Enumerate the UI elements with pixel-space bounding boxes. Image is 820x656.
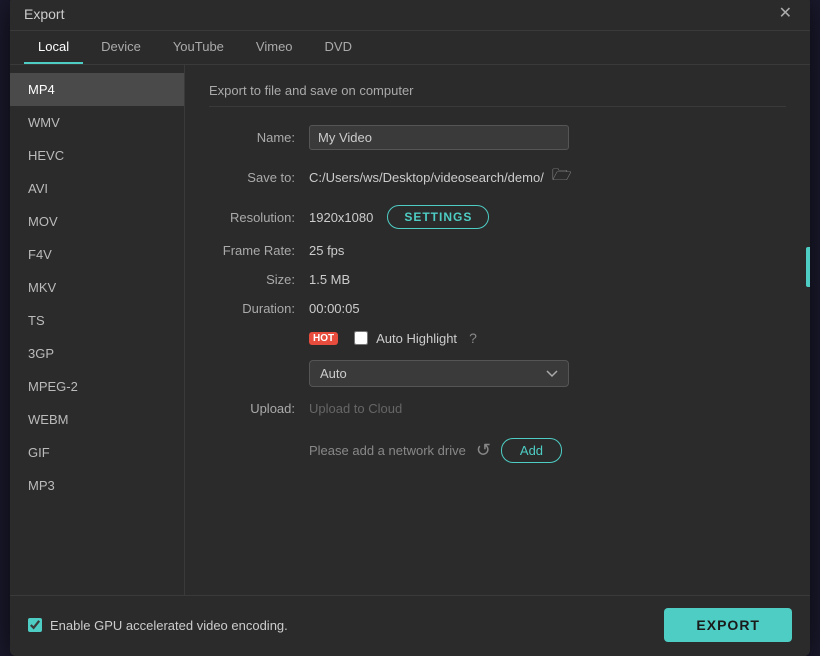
help-icon[interactable]: ?: [469, 330, 477, 346]
sidebar-item-f4v[interactable]: F4V: [10, 238, 184, 271]
frame-rate-label: Frame Rate:: [209, 243, 309, 258]
sidebar-item-wmv[interactable]: WMV: [10, 106, 184, 139]
gpu-row: Enable GPU accelerated video encoding.: [28, 618, 288, 633]
size-value: 1.5 MB: [309, 272, 786, 287]
tab-local[interactable]: Local: [24, 31, 83, 64]
resolution-label: Resolution:: [209, 210, 309, 225]
duration-row: Duration: 00:00:05: [209, 301, 786, 316]
tab-dvd[interactable]: DVD: [311, 31, 366, 64]
sidebar-item-mp3[interactable]: MP3: [10, 469, 184, 502]
resolution-value-row: 1920x1080 SETTINGS: [309, 205, 489, 229]
scroll-indicator: [806, 247, 810, 287]
export-button[interactable]: EXPORT: [664, 608, 792, 642]
upload-label: Upload:: [209, 401, 309, 416]
folder-icon[interactable]: 🗁: [552, 164, 572, 191]
auto-highlight-label: Auto Highlight: [376, 331, 457, 346]
sidebar-item-mp4[interactable]: MP4: [10, 73, 184, 106]
save-to-row: Save to: C:/Users/ws/Desktop/videosearch…: [209, 164, 786, 191]
sidebar-item-webm[interactable]: WEBM: [10, 403, 184, 436]
hot-badge: HOT: [309, 332, 338, 345]
tab-vimeo[interactable]: Vimeo: [242, 31, 307, 64]
tab-device[interactable]: Device: [87, 31, 155, 64]
resolution-value: 1920x1080: [309, 210, 373, 225]
gpu-checkbox[interactable]: [28, 618, 42, 632]
upload-to-cloud-label: Upload to Cloud: [309, 401, 402, 416]
save-to-label: Save to:: [209, 170, 309, 185]
dialog-body: MP4 WMV HEVC AVI MOV F4V MKV TS 3GP MPEG…: [10, 65, 810, 595]
sidebar-item-mov[interactable]: MOV: [10, 205, 184, 238]
network-drive-text: Please add a network drive: [309, 443, 466, 458]
tab-bar: Local Device YouTube Vimeo DVD: [10, 31, 810, 65]
sidebar-item-ts[interactable]: TS: [10, 304, 184, 337]
dialog-title: Export: [24, 6, 64, 22]
refresh-icon[interactable]: ↺: [476, 440, 491, 461]
duration-label: Duration:: [209, 301, 309, 316]
upload-controls: Upload to Cloud: [309, 401, 402, 416]
name-label: Name:: [209, 130, 309, 145]
dialog-footer: Enable GPU accelerated video encoding. E…: [10, 595, 810, 656]
auto-highlight-checkbox[interactable]: [354, 331, 368, 345]
tab-youtube[interactable]: YouTube: [159, 31, 238, 64]
gpu-label: Enable GPU accelerated video encoding.: [50, 618, 288, 633]
section-title: Export to file and save on computer: [209, 83, 786, 107]
frame-rate-row: Frame Rate: 25 fps: [209, 243, 786, 258]
save-to-path: C:/Users/ws/Desktop/videosearch/demo/: [309, 170, 544, 185]
path-row: C:/Users/ws/Desktop/videosearch/demo/ 🗁: [309, 164, 572, 191]
sidebar-item-mkv[interactable]: MKV: [10, 271, 184, 304]
title-bar: Export ✕: [10, 0, 810, 31]
main-content: Export to file and save on computer Name…: [185, 65, 810, 595]
resolution-row: Resolution: 1920x1080 SETTINGS: [209, 205, 786, 229]
name-row: Name:: [209, 125, 786, 150]
network-drive-row: Please add a network drive ↺ Add: [309, 438, 786, 463]
auto-highlight-checkbox-row: HOT Auto Highlight ?: [309, 330, 477, 346]
sidebar-item-avi[interactable]: AVI: [10, 172, 184, 205]
sidebar-item-hevc[interactable]: HEVC: [10, 139, 184, 172]
duration-value: 00:00:05: [309, 301, 786, 316]
frame-rate-value: 25 fps: [309, 243, 786, 258]
auto-dropdown-row: Auto Manual: [209, 360, 786, 387]
settings-button[interactable]: SETTINGS: [387, 205, 489, 229]
export-dialog: Export ✕ Local Device YouTube Vimeo DVD …: [10, 0, 810, 656]
close-button[interactable]: ✕: [775, 4, 796, 24]
sidebar-item-3gp[interactable]: 3GP: [10, 337, 184, 370]
size-label: Size:: [209, 272, 309, 287]
upload-row: Upload: Upload to Cloud: [209, 401, 786, 416]
name-input[interactable]: [309, 125, 569, 150]
add-button[interactable]: Add: [501, 438, 562, 463]
sidebar-item-mpeg2[interactable]: MPEG-2: [10, 370, 184, 403]
sidebar-item-gif[interactable]: GIF: [10, 436, 184, 469]
format-sidebar: MP4 WMV HEVC AVI MOV F4V MKV TS 3GP MPEG…: [10, 65, 185, 595]
size-row: Size: 1.5 MB: [209, 272, 786, 287]
auto-dropdown[interactable]: Auto Manual: [309, 360, 569, 387]
auto-highlight-row: HOT Auto Highlight ?: [209, 330, 786, 346]
